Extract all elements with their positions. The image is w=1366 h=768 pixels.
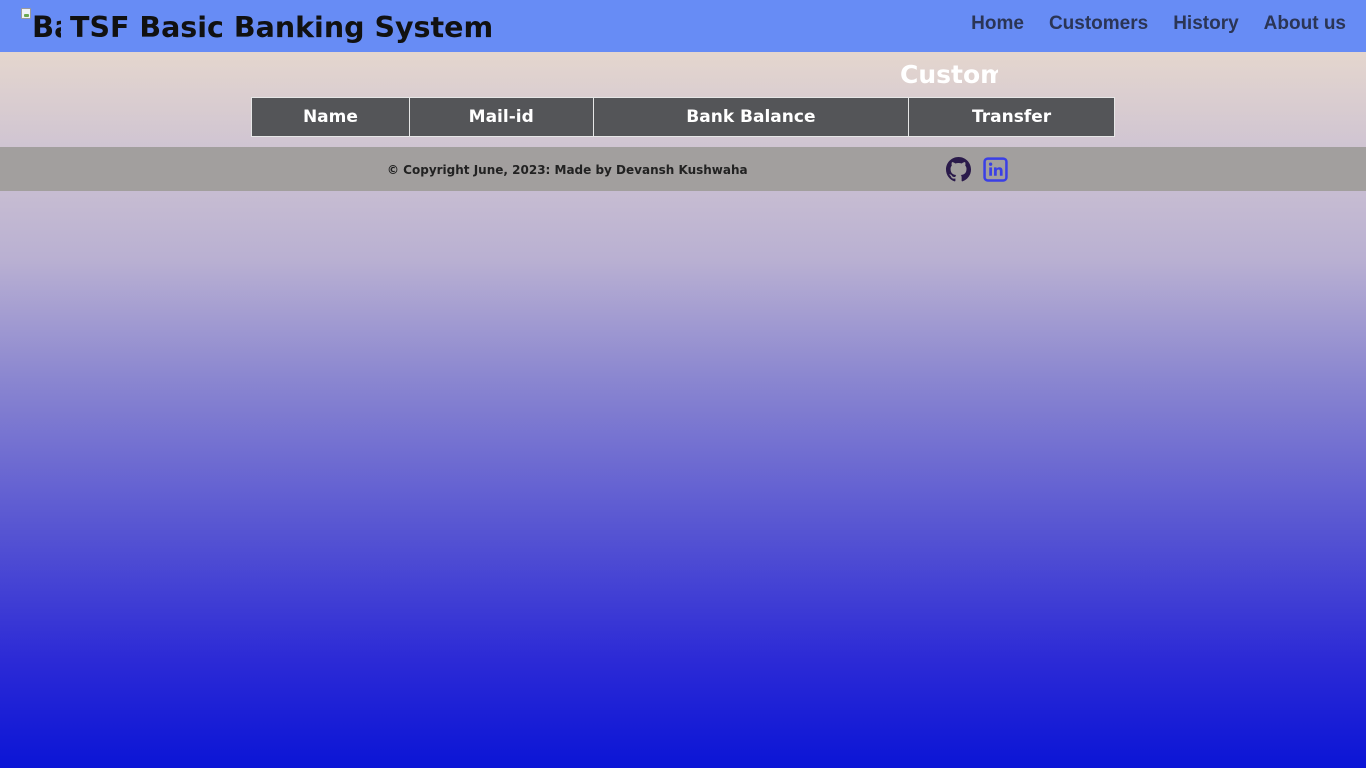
bank-logo-image[interactable]: Ba [20,8,61,46]
nav-link-about-us[interactable]: About us [1264,13,1346,35]
site-title: TSF Basic Banking System [70,10,494,44]
github-icon [946,157,971,182]
nav-link-home[interactable]: Home [971,13,1024,35]
logo-alt-text: Ba [32,10,61,44]
column-header-name: Name [251,97,410,137]
column-header-bank-balance: Bank Balance [592,97,910,137]
nav-link-history[interactable]: History [1173,13,1238,35]
customers-section-title: Customers [900,60,998,89]
column-header-transfer: Transfer [908,97,1115,137]
footer: © Copyright June, 2023: Made by Devansh … [0,147,1366,191]
nav-link-customers[interactable]: Customers [1049,13,1148,35]
customers-table: Name Mail-id Bank Balance Transfer [251,97,1115,137]
github-link[interactable] [946,157,971,182]
column-header-mail-id: Mail-id [408,97,594,137]
linkedin-icon [983,157,1008,182]
linkedin-link[interactable] [983,157,1008,182]
table-header-row: Name Mail-id Bank Balance Transfer [251,97,1115,137]
brand[interactable]: Ba TSF Basic Banking System [20,6,493,48]
navbar: Ba TSF Basic Banking System Home Custome… [0,0,1366,52]
social-links [946,157,1008,182]
main-nav: Home Customers History About us [971,13,1346,35]
broken-image-icon [21,8,31,19]
copyright-text: © Copyright June, 2023: Made by Devansh … [387,163,748,177]
